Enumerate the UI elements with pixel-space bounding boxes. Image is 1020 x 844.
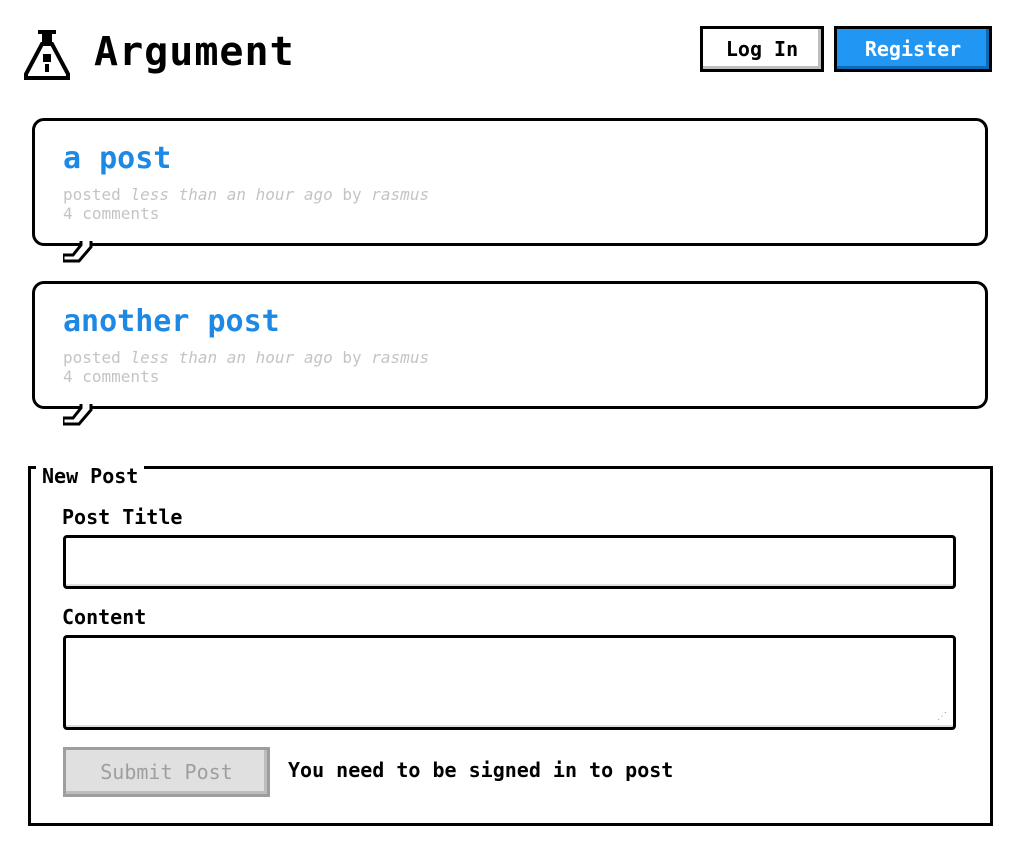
post-title-link[interactable]: a post [63,141,171,177]
login-button[interactable]: Log In [700,26,824,72]
speech-tail-icon [63,404,93,426]
speech-tail-icon [63,241,93,263]
register-button[interactable]: Register [834,26,992,72]
new-post-legend: New Post [36,464,145,488]
post-meta-by: by [342,185,362,204]
post-author: rasmus [371,185,430,204]
post-meta: posted less than an hour ago by rasmus 4… [63,348,429,386]
post-card: another post posted less than an hour ag… [32,281,988,426]
app-title: Argument [94,29,295,75]
post-comments-count[interactable]: 4 comments [63,367,159,386]
post-card: a post posted less than an hour ago by r… [32,118,988,263]
post-title-label: Post Title [62,505,183,529]
post-meta-prefix: posted [63,185,121,204]
post-title-input[interactable] [63,535,956,589]
resize-handle-icon[interactable]: ⋰ [937,712,947,722]
post-meta: posted less than an hour ago by rasmus 4… [63,185,429,223]
sign-in-notice: You need to be signed in to post [288,758,674,782]
submit-post-button[interactable]: Submit Post [63,747,270,797]
content-label: Content [62,605,147,629]
content-textarea[interactable]: ⋰ [63,635,956,730]
post-meta-by: by [342,348,362,367]
post-comments-count[interactable]: 4 comments [63,204,159,223]
header: Argument Log In Register [24,24,992,80]
post-author: rasmus [371,348,430,367]
flask-icon [24,30,70,80]
post-time: less than an hour ago [130,185,333,204]
post-title-link[interactable]: another post [63,304,280,340]
post-meta-prefix: posted [63,348,121,367]
post-time: less than an hour ago [130,348,333,367]
